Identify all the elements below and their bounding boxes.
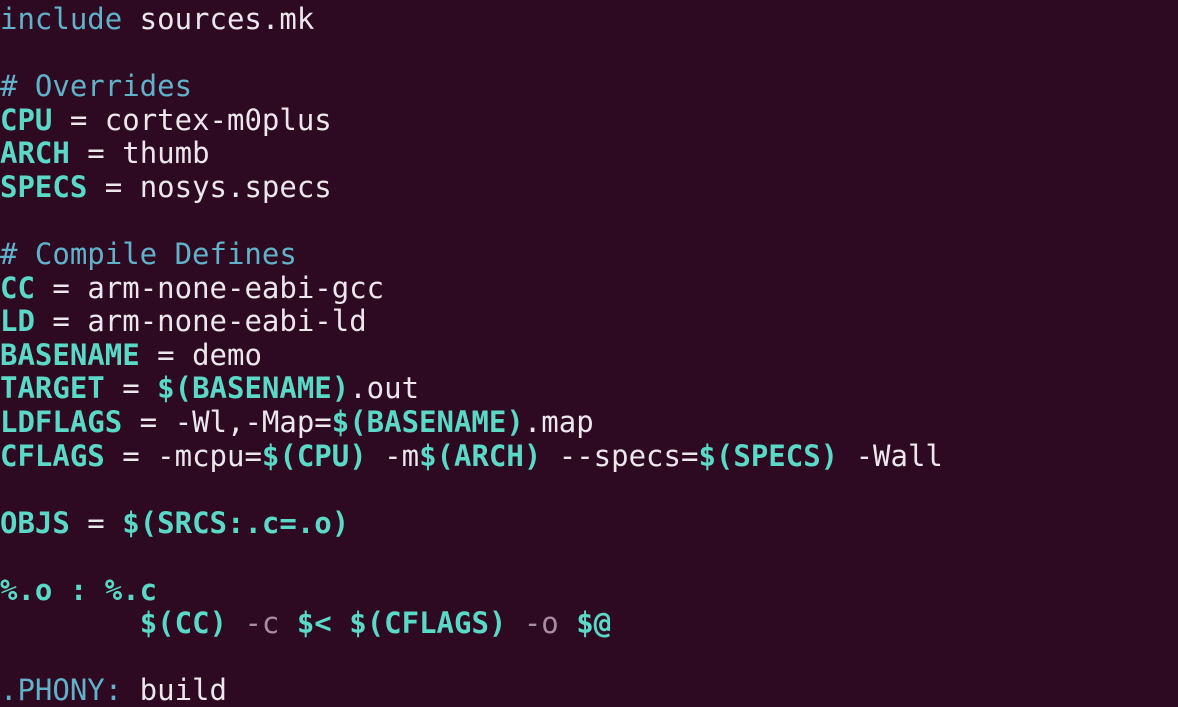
rule-target: %.o : %.c (0, 573, 158, 607)
variable-value: arm-none-eabi-ld (87, 304, 367, 338)
code-line-target: TARGET = $(BASENAME).out (0, 371, 420, 405)
variable-name: LDFLAGS (0, 405, 123, 439)
code-line-ld: LD = arm-none-eabi-ld (0, 304, 367, 338)
variable-reference: $(SPECS) (698, 439, 839, 473)
variable-value: demo (192, 338, 262, 372)
code-line-cflags: CFLAGS = -mcpu=$(CPU) -m$(ARCH) --specs=… (0, 439, 943, 473)
variable-name: TARGET (0, 371, 105, 405)
variable-name: CPU (0, 103, 53, 137)
variable-reference: $(CC) (139, 606, 227, 640)
code-line-arch: ARCH = thumb (0, 136, 210, 170)
variable-value: nosys.specs (139, 170, 332, 204)
automatic-variable: $< (296, 606, 332, 640)
variable-reference: $(SRCS:.c=.o) (122, 506, 350, 540)
terminal-window[interactable]: include sources.mk # Overrides CPU = cor… (0, 0, 1178, 707)
code-line-rule-target: %.o : %.c (0, 573, 157, 607)
variable-value: thumb (122, 136, 210, 170)
include-keyword: include (0, 2, 123, 36)
comment-compile-defines: # Compile Defines (0, 237, 297, 271)
compiler-flag: -c (227, 606, 297, 640)
phony-target: build (122, 673, 227, 707)
variable-name: OBJS (0, 506, 70, 540)
variable-value: arm-none-eabi-gcc (87, 271, 385, 305)
variable-reference: $(BASENAME) (331, 405, 524, 439)
code-line-objs: OBJS = $(SRCS:.c=.o) (0, 506, 350, 540)
include-file: sources.mk (122, 2, 315, 36)
code-line-cc: CC = arm-none-eabi-gcc (0, 271, 385, 305)
compiler-flag: -o (506, 606, 577, 640)
variable-reference: $(ARCH) (419, 439, 542, 473)
variable-name: SPECS (0, 170, 88, 204)
code-line-basename: BASENAME = demo (0, 338, 262, 372)
code-line-cpu: CPU = cortex-m0plus (0, 103, 332, 137)
code-line-include: include sources.mk (0, 2, 314, 36)
code-line-ldflags: LDFLAGS = -Wl,-Map=$(BASENAME).map (0, 405, 594, 439)
variable-name: ARCH (0, 136, 70, 170)
variable-reference: $(CFLAGS) (349, 606, 507, 640)
comment-overrides: # Overrides (0, 69, 193, 103)
code-line-specs: SPECS = nosys.specs (0, 170, 332, 204)
variable-value: cortex-m0plus (104, 103, 332, 137)
code-line-rule-recipe: $(CC) -c $< $(CFLAGS) -o $@ (0, 606, 611, 640)
code-line-phony: .PHONY: build (0, 673, 227, 707)
variable-name: LD (0, 304, 35, 338)
variable-name: CC (0, 271, 35, 305)
automatic-variable: $@ (576, 606, 612, 640)
variable-reference: $(CPU) (261, 439, 367, 473)
variable-name: BASENAME (0, 338, 140, 372)
variable-name: CFLAGS (0, 439, 105, 473)
variable-reference: $(BASENAME) (157, 371, 350, 405)
phony-keyword: .PHONY: (0, 673, 123, 707)
variable-value: .out (349, 371, 420, 405)
